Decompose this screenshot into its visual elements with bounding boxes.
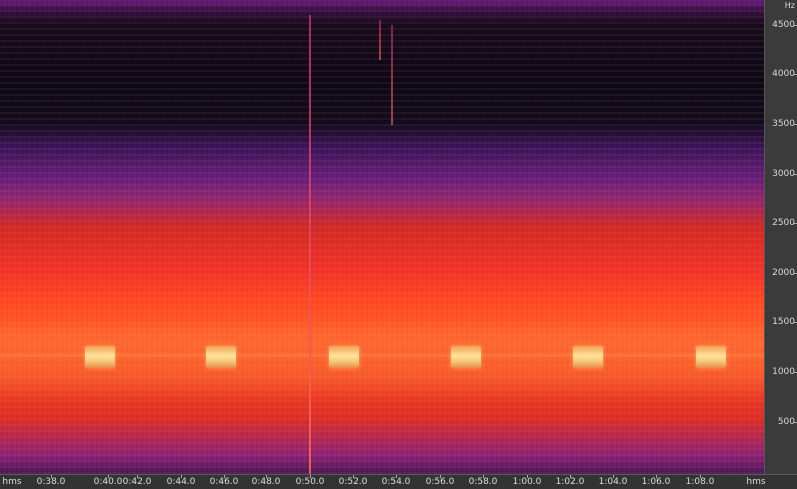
frequency-unit-label: Hz [784, 1, 795, 10]
time-label: 0:44.0 [166, 477, 196, 487]
time-label: 1:04.0 [598, 477, 628, 487]
transient-spike [391, 25, 393, 125]
frequency-label: 2000 [772, 268, 795, 278]
transient-spike [379, 20, 381, 60]
time-label: 0:50.0 [295, 477, 325, 487]
frequency-label: 3000 [772, 169, 795, 179]
frequency-label: 1000 [772, 367, 795, 377]
time-label: 0:58.0 [468, 477, 498, 487]
frequency-axis[interactable]: Hz 4500 4000 3500 3000 2500 2000 1500 10… [764, 0, 797, 474]
time-label: 0:52.0 [338, 477, 368, 487]
spectrogram-display[interactable] [0, 0, 764, 474]
tone-burst [696, 346, 726, 368]
time-label: 1:02.0 [555, 477, 585, 487]
tone-burst [85, 346, 115, 368]
time-label: 1:06.0 [641, 477, 671, 487]
tone-burst [329, 346, 359, 368]
frequency-label: 2500 [772, 218, 795, 228]
frequency-label: 4500 [772, 20, 795, 30]
time-label: 0:56.0 [425, 477, 455, 487]
time-label: 1:08.0 [685, 477, 715, 487]
frequency-label: 4000 [772, 69, 795, 79]
time-label: 0:48.0 [251, 477, 281, 487]
tone-burst [573, 346, 603, 368]
time-label: 0:38.0 [36, 477, 66, 487]
time-label: 0:54.0 [381, 477, 411, 487]
frequency-label: 500 [777, 417, 795, 427]
transient-spike [309, 15, 311, 474]
tone-burst [451, 346, 481, 368]
time-label: 0:42.0 [122, 477, 152, 487]
tone-burst [206, 346, 236, 368]
time-label: 0:46.0 [209, 477, 239, 487]
time-label: 1:00.0 [512, 477, 542, 487]
frequency-label: 1500 [772, 317, 795, 327]
time-unit-left: hms [2, 477, 22, 487]
frequency-label: 3500 [772, 119, 795, 129]
time-axis[interactable]: hms 0:38.0 0:40.0 0:42.0 0:44.0 0:46.0 0… [0, 474, 797, 489]
time-unit-right: hms [746, 477, 766, 487]
time-label: 0:40.0 [93, 477, 123, 487]
spectral-noise-horizontal [0, 0, 764, 474]
